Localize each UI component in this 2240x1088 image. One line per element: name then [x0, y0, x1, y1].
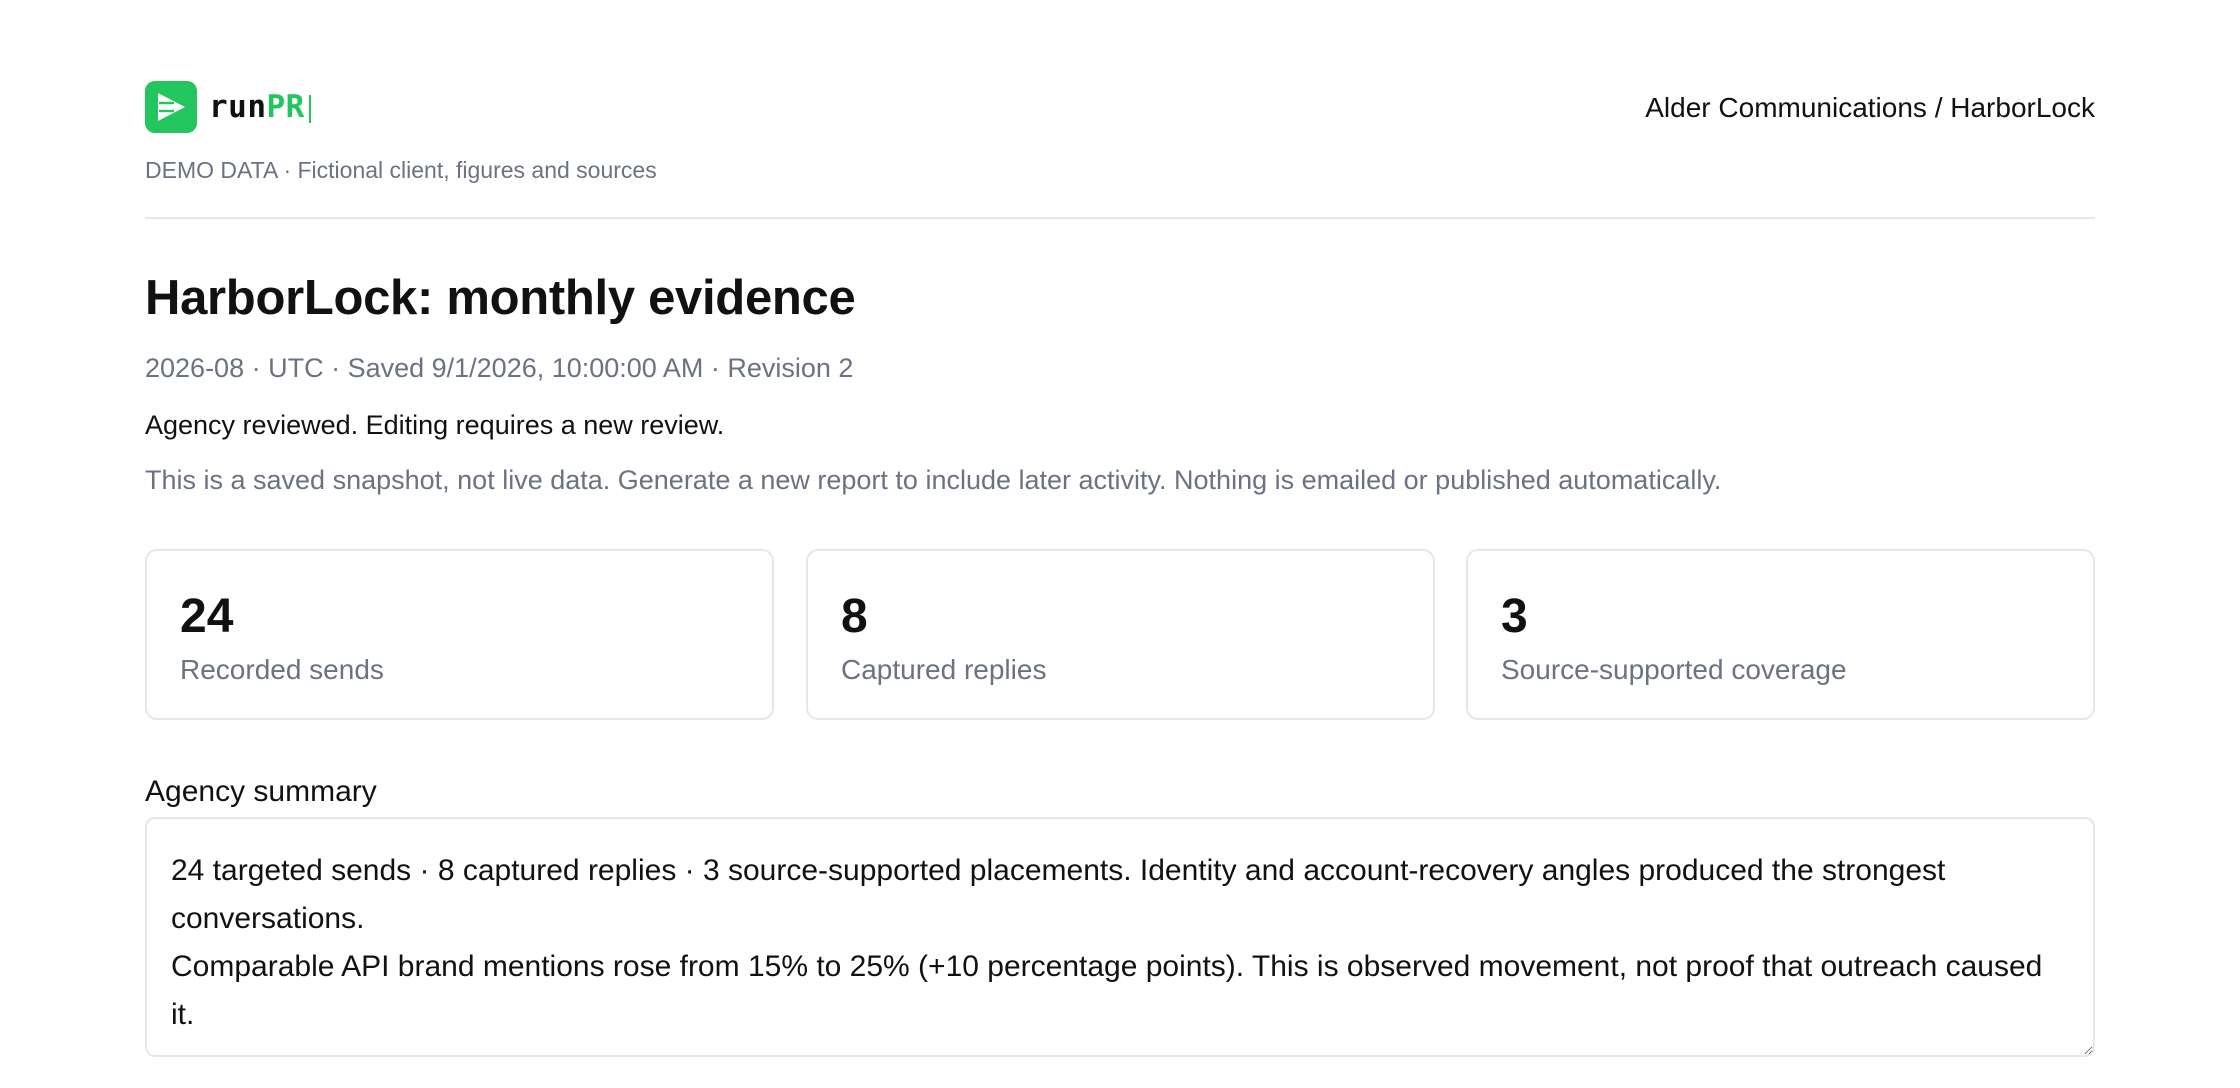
stat-value: 3 [1501, 590, 1528, 643]
stat-label: Captured replies [841, 654, 1047, 685]
summary-label: Agency summary [145, 775, 377, 808]
stat-card-recorded-sends: 24 Recorded sends [145, 549, 774, 720]
brand-wordmark: runPR [209, 89, 311, 125]
review-status: Agency reviewed. Editing requires a new … [145, 410, 725, 440]
brand-logo[interactable]: runPR [145, 80, 311, 134]
stat-card-captured-replies: 8 Captured replies [806, 549, 1435, 720]
stat-cards: 24 Recorded sends 8 Captured replies 3 S… [145, 549, 2095, 720]
agency-summary-textarea[interactable]: 24 targeted sends · 8 captured replies ·… [145, 817, 2095, 1057]
stat-label: Recorded sends [180, 654, 384, 685]
snapshot-disclaimer: This is a saved snapshot, not live data.… [145, 465, 1722, 495]
page-title: HarborLock: monthly evidence [145, 271, 856, 325]
page-header: runPR DEMO DATA · Fictional client, figu… [145, 0, 2095, 219]
stat-value: 8 [841, 590, 868, 643]
report-meta: 2026-08 · UTC · Saved 9/1/2026, 10:00:00… [145, 353, 854, 383]
demo-data-note: DEMO DATA · Fictional client, figures an… [145, 157, 657, 183]
brand-name-prefix: run [209, 89, 267, 125]
paper-plane-logo-icon [145, 81, 197, 133]
brand-name-suffix: PR [266, 89, 305, 125]
report-page: runPR DEMO DATA · Fictional client, figu… [145, 0, 2095, 1057]
breadcrumb: Alder Communications / HarborLock [1645, 92, 2095, 123]
stat-value: 24 [180, 590, 234, 643]
cursor-bar [308, 94, 311, 123]
stat-label: Source-supported coverage [1501, 654, 1847, 685]
stat-card-coverage: 3 Source-supported coverage [1466, 549, 2095, 720]
